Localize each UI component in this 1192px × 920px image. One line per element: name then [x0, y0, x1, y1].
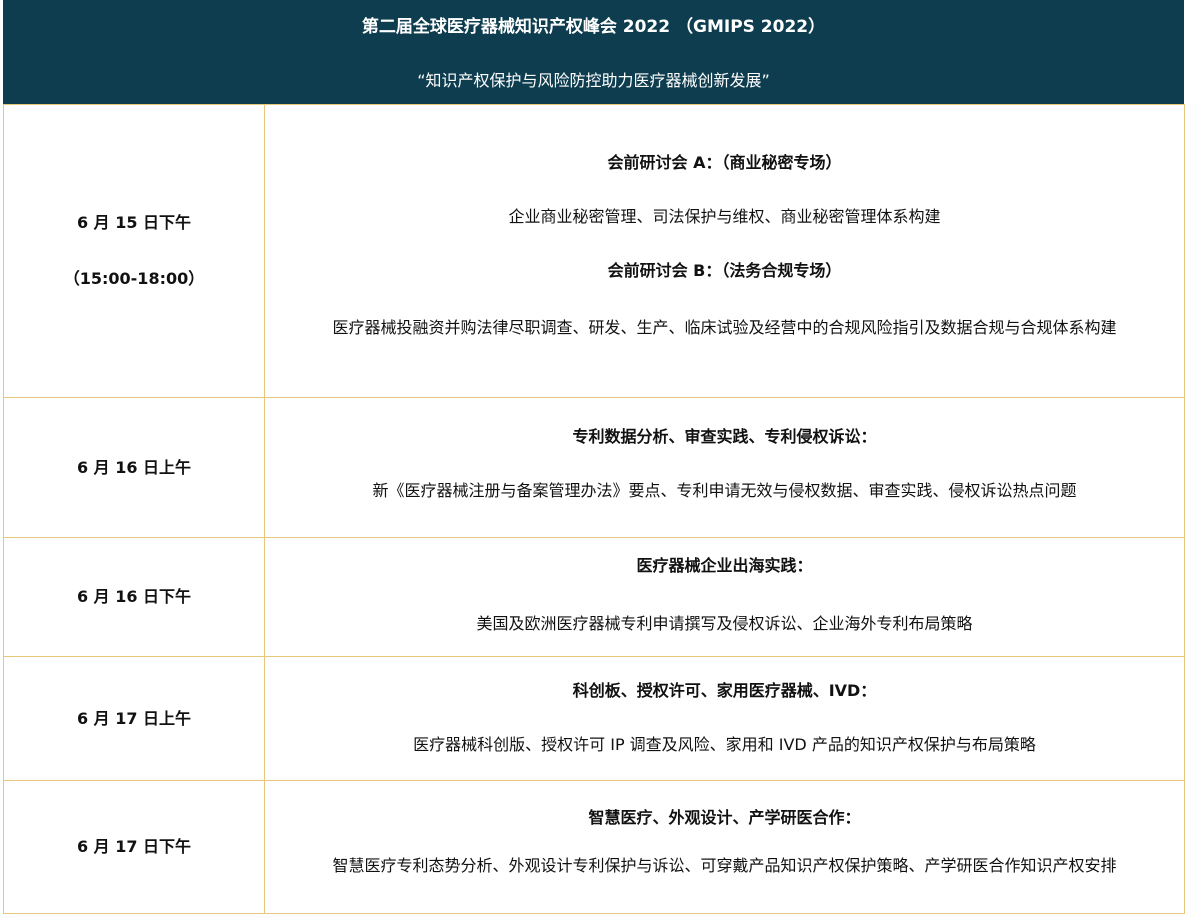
session-time: （15:00-18:00） [63, 269, 205, 288]
agenda-page: 第二届全球医疗器械知识产权峰会 2022 （GMIPS 2022） “知识产权保… [0, 0, 1192, 920]
session-description: 美国及欧洲医疗器械专利申请撰写及侵权诉讼、企业海外专利布局策略 [476, 614, 973, 633]
agenda-row-jun16-am: 6 月 16 日上午 专利数据分析、审查实践、专利侵权诉讼： 新《医疗器械注册与… [3, 397, 1185, 538]
date-cell: 6 月 17 日上午 [3, 656, 265, 781]
session-topic: 医疗器械企业出海实践： [636, 556, 813, 575]
session-description: 医疗器械科创版、授权许可 IP 调查及风险、家用和 IVD 产品的知识产权保护与… [413, 734, 1036, 754]
agenda-table: 6 月 15 日下午 （15:00-18:00） 会前研讨会 A：（商业秘密专场… [3, 104, 1185, 914]
session-topic: 专利数据分析、审查实践、专利侵权诉讼： [572, 426, 877, 446]
session-description-b: 医疗器械投融资并购法律尽职调查、研发、生产、临床试验及经营中的合规风险指引及数据… [332, 317, 1117, 337]
session-date: 6 月 17 日上午 [76, 708, 192, 728]
summit-slogan: “知识产权保护与风险防控助力医疗器械创新发展” [417, 71, 770, 90]
content-cell: 医疗器械企业出海实践： 美国及欧洲医疗器械专利申请撰写及侵权诉讼、企业海外专利布… [264, 537, 1185, 657]
session-date: 6 月 15 日下午 [76, 213, 192, 232]
date-cell: 6 月 15 日下午 （15:00-18:00） [3, 104, 265, 398]
agenda-header: 第二届全球医疗器械知识产权峰会 2022 （GMIPS 2022） “知识产权保… [3, 0, 1184, 104]
date-cell: 6 月 16 日下午 [3, 537, 265, 657]
session-topic: 智慧医疗、外观设计、产学研医合作： [588, 808, 861, 827]
session-topic: 科创板、授权许可、家用医疗器械、IVD： [572, 680, 877, 700]
session-description: 新《医疗器械注册与备案管理办法》要点、专利申请无效与侵权数据、审查实践、侵权诉讼… [372, 480, 1077, 500]
content-cell: 会前研讨会 A：（商业秘密专场） 企业商业秘密管理、司法保护与维权、商业秘密管理… [264, 104, 1185, 398]
session-date: 6 月 16 日下午 [76, 587, 192, 606]
agenda-row-jun15-pm: 6 月 15 日下午 （15:00-18:00） 会前研讨会 A：（商业秘密专场… [3, 104, 1185, 398]
session-date: 6 月 16 日上午 [76, 457, 192, 477]
agenda-row-jun16-pm: 6 月 16 日下午 医疗器械企业出海实践： 美国及欧洲医疗器械专利申请撰写及侵… [3, 537, 1185, 657]
summit-title: 第二届全球医疗器械知识产权峰会 2022 （GMIPS 2022） [361, 17, 826, 37]
session-date: 6 月 17 日下午 [76, 837, 192, 856]
agenda-row-jun17-am: 6 月 17 日上午 科创板、授权许可、家用医疗器械、IVD： 医疗器械科创版、… [3, 656, 1185, 781]
session-topic-b: 会前研讨会 B：（法务合规专场） [607, 260, 842, 280]
session-topic-a: 会前研讨会 A：（商业秘密专场） [607, 152, 842, 172]
date-cell: 6 月 17 日下午 [3, 780, 265, 914]
date-cell: 6 月 16 日上午 [3, 397, 265, 538]
session-description: 智慧医疗专利态势分析、外观设计专利保护与诉讼、可穿戴产品知识产权保护策略、产学研… [332, 856, 1117, 875]
agenda-row-jun17-pm: 6 月 17 日下午 智慧医疗、外观设计、产学研医合作： 智慧医疗专利态势分析、… [3, 780, 1185, 914]
content-cell: 科创板、授权许可、家用医疗器械、IVD： 医疗器械科创版、授权许可 IP 调查及… [264, 656, 1185, 781]
content-cell: 专利数据分析、审查实践、专利侵权诉讼： 新《医疗器械注册与备案管理办法》要点、专… [264, 397, 1185, 538]
content-cell: 智慧医疗、外观设计、产学研医合作： 智慧医疗专利态势分析、外观设计专利保护与诉讼… [264, 780, 1185, 914]
session-description-a: 企业商业秘密管理、司法保护与维权、商业秘密管理体系构建 [508, 206, 941, 226]
